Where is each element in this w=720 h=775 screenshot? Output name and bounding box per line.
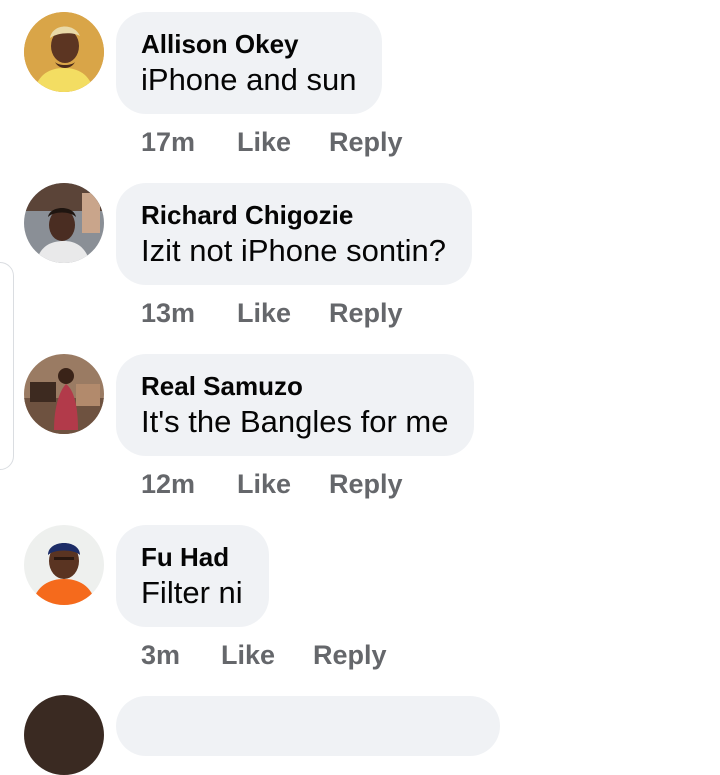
profile-photo-icon bbox=[24, 12, 104, 92]
comment-timestamp[interactable]: 17m bbox=[141, 124, 195, 160]
reply-button[interactable]: Reply bbox=[329, 466, 403, 502]
comment-item: Real Samuzo It's the Bangles for me 12m … bbox=[0, 342, 720, 513]
profile-photo-icon bbox=[24, 525, 104, 605]
comment-bubble: Allison Okey iPhone and sun bbox=[116, 12, 383, 114]
avatar[interactable] bbox=[24, 525, 104, 605]
comment-item: Richard Chigozie Izit not iPhone sontin?… bbox=[0, 171, 720, 342]
comment-timestamp[interactable]: 13m bbox=[141, 295, 195, 331]
reply-button[interactable]: Reply bbox=[313, 637, 387, 673]
comment-author[interactable]: Richard Chigozie bbox=[141, 199, 446, 231]
comment-author[interactable]: Real Samuzo bbox=[141, 370, 448, 402]
comment-timestamp[interactable]: 3m bbox=[141, 637, 180, 673]
comment-bubble: Real Samuzo It's the Bangles for me bbox=[116, 354, 475, 456]
comment-text: It's the Bangles for me bbox=[141, 404, 449, 439]
like-button[interactable]: Like bbox=[237, 295, 291, 331]
avatar[interactable] bbox=[24, 695, 104, 775]
like-button[interactable]: Like bbox=[237, 124, 291, 160]
avatar[interactable] bbox=[24, 12, 104, 92]
comment-author[interactable]: Allison Okey bbox=[141, 28, 356, 60]
comment-item: Fu Had Filter ni 3m Like Reply bbox=[0, 513, 720, 684]
reply-button[interactable]: Reply bbox=[329, 124, 403, 160]
comment-bubble: Richard Chigozie Izit not iPhone sontin? bbox=[116, 183, 473, 285]
profile-photo-icon bbox=[24, 183, 104, 263]
avatar[interactable] bbox=[24, 183, 104, 263]
like-button[interactable]: Like bbox=[221, 637, 275, 673]
avatar[interactable] bbox=[24, 354, 104, 434]
comment-item: Allison Okey iPhone and sun 17m Like Rep… bbox=[0, 0, 720, 171]
profile-photo-icon bbox=[24, 354, 104, 434]
comment-bubble bbox=[116, 696, 500, 756]
reply-button[interactable]: Reply bbox=[329, 295, 403, 331]
comment-bubble: Fu Had Filter ni bbox=[116, 525, 269, 627]
like-button[interactable]: Like bbox=[237, 466, 291, 502]
comment-timestamp[interactable]: 12m bbox=[141, 466, 195, 502]
comment-author[interactable]: Fu Had bbox=[141, 541, 243, 573]
comment-text: Izit not iPhone sontin? bbox=[141, 233, 447, 268]
comment-text: iPhone and sun bbox=[141, 62, 357, 97]
comment-text: Filter ni bbox=[141, 575, 243, 610]
